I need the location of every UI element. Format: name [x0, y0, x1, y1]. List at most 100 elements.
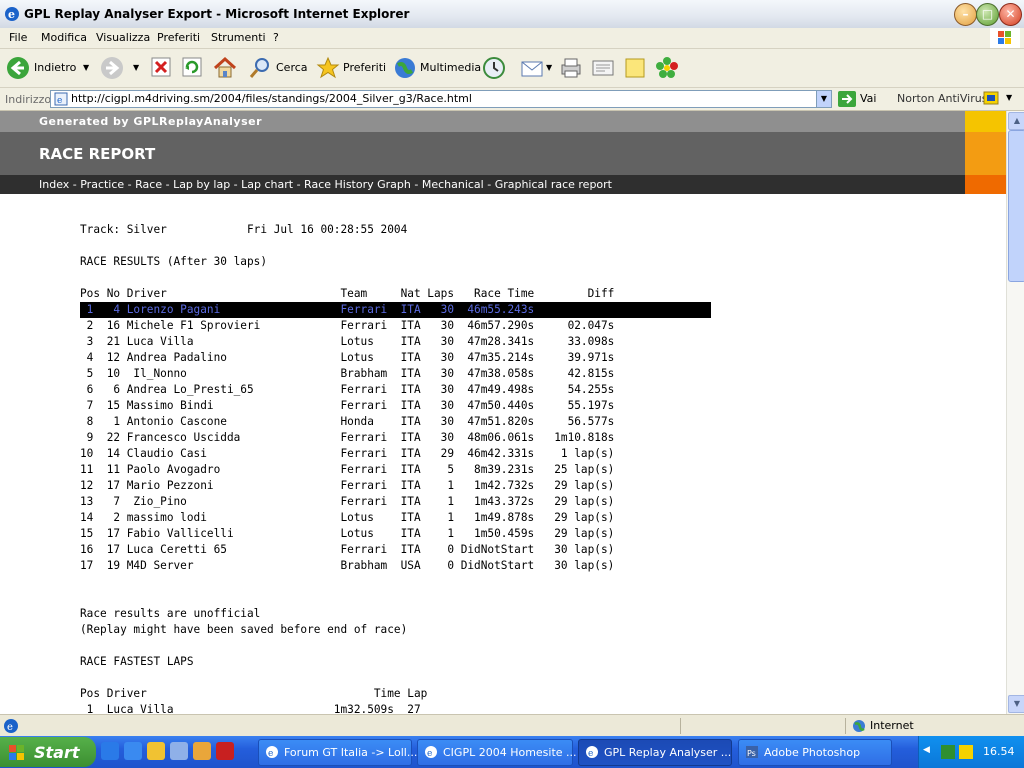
- ie-task-icon: e: [425, 746, 437, 759]
- svg-text:e: e: [8, 8, 15, 21]
- menu-modifica[interactable]: Modifica: [41, 31, 87, 44]
- menu-file[interactable]: File: [9, 31, 27, 44]
- result-row: 3 21 Luca Villa Lotus ITA 30 47m28.341s …: [80, 335, 615, 348]
- address-input[interactable]: e http://cigpl.m4driving.sm/2004/files/s…: [50, 90, 832, 108]
- task-cigpl-homesite[interactable]: e CIGPL 2004 Homesite ...: [417, 739, 577, 766]
- menu-help[interactable]: ?: [273, 31, 279, 44]
- start-label: Start: [34, 743, 80, 762]
- refresh-button[interactable]: [181, 56, 203, 80]
- back-button[interactable]: Indietro ▼: [6, 56, 94, 80]
- page-icon: e: [54, 92, 68, 106]
- report-nav: Index - Practice - Race - Lap by lap - L…: [0, 175, 965, 194]
- tray-expand-icon[interactable]: ◀: [923, 745, 930, 755]
- favorites-button[interactable]: Preferiti: [316, 56, 386, 80]
- quicklaunch-outlook-icon[interactable]: [124, 742, 142, 760]
- mail-dropdown-icon[interactable]: ▼: [546, 63, 552, 72]
- messenger-button[interactable]: [655, 56, 681, 80]
- quicklaunch-ie-icon[interactable]: [101, 742, 119, 760]
- status-bar: e Internet: [0, 714, 1024, 737]
- mail-button[interactable]: ▼: [520, 56, 556, 80]
- menu-bar: File Modifica Visualizza Preferiti Strum…: [0, 28, 1024, 49]
- race-report-text: Track: Silver Fri Jul 16 00:28:55 2004 R…: [80, 222, 711, 714]
- result-row: 14 2 massimo lodi Lotus ITA 1 1m49.878s …: [80, 511, 615, 524]
- results-title: RACE RESULTS (After 30 laps): [80, 255, 268, 268]
- back-arrow-icon: [7, 57, 29, 79]
- address-dropdown-icon[interactable]: ▼: [816, 91, 831, 107]
- print-icon: [561, 58, 581, 78]
- task-adobe-photoshop[interactable]: Ps Adobe Photoshop: [738, 739, 892, 766]
- unofficial-note: Race results are unofficial: [80, 607, 261, 620]
- notes-button[interactable]: [623, 56, 649, 80]
- norton-icon[interactable]: [983, 91, 1001, 107]
- vertical-scrollbar[interactable]: ▲ ▼: [1006, 111, 1024, 714]
- media-globe-icon: [395, 58, 415, 78]
- close-button[interactable]: ✕: [999, 3, 1022, 26]
- page-status-icon: e: [4, 719, 18, 733]
- forward-dropdown-icon[interactable]: ▼: [133, 63, 139, 72]
- ie-icon: e: [5, 7, 19, 21]
- media-button[interactable]: Multimedia: [393, 56, 481, 80]
- maximize-icon: □: [981, 7, 994, 21]
- favorites-label: Preferiti: [343, 61, 387, 74]
- address-bar: Indirizzo e http://cigpl.m4driving.sm/20…: [0, 88, 1024, 111]
- search-button[interactable]: Cerca: [248, 56, 308, 80]
- stop-button[interactable]: [150, 56, 172, 80]
- windows-flag-icon: [9, 745, 24, 760]
- result-row: 10 14 Claudio Casi Ferrari ITA 29 46m42.…: [80, 447, 615, 460]
- quicklaunch-app-icon[interactable]: [216, 742, 234, 760]
- svg-text:e: e: [7, 722, 13, 733]
- result-row: 16 17 Luca Ceretti 65 Ferrari ITA 0 DidN…: [80, 543, 615, 556]
- home-button[interactable]: [212, 56, 238, 80]
- svg-text:Ps: Ps: [747, 749, 756, 758]
- result-row: 5 10 Il_Nonno Brabham ITA 30 47m38.058s …: [80, 367, 615, 380]
- media-label: Multimedia: [420, 61, 482, 74]
- start-button[interactable]: Start: [0, 737, 96, 767]
- quicklaunch-media-icon[interactable]: [147, 742, 165, 760]
- ie-task-icon: e: [266, 746, 278, 759]
- quicklaunch-folder-icon[interactable]: [193, 742, 211, 760]
- refresh-icon: [182, 57, 202, 77]
- report-nav-links[interactable]: Index - Practice - Race - Lap by lap - L…: [39, 178, 612, 191]
- page-title: RACE REPORT: [39, 145, 156, 163]
- scroll-down-icon[interactable]: ▼: [1008, 695, 1024, 713]
- history-button[interactable]: [482, 56, 508, 80]
- task-gpl-replay-analyser[interactable]: e GPL Replay Analyser ...: [578, 739, 732, 766]
- result-row: 9 22 Francesco Uscidda Ferrari ITA 30 48…: [80, 431, 615, 444]
- address-url: http://cigpl.m4driving.sm/2004/files/sta…: [71, 92, 472, 105]
- task-label: CIGPL 2004 Homesite ...: [443, 746, 577, 759]
- maximize-button[interactable]: □: [976, 3, 999, 26]
- quicklaunch-desktop-icon[interactable]: [170, 742, 188, 760]
- forward-button[interactable]: ▼: [100, 56, 144, 80]
- task-label: GPL Replay Analyser ...: [604, 746, 732, 759]
- svg-text:e: e: [57, 96, 62, 106]
- history-icon: [483, 57, 505, 79]
- back-dropdown-icon[interactable]: ▼: [83, 63, 89, 72]
- result-row-selected: 1 4 Lorenzo Pagani Ferrari ITA 30 46m55.…: [80, 302, 711, 318]
- result-row: 12 17 Mario Pezzoni Ferrari ITA 1 1m42.7…: [80, 479, 615, 492]
- norton-dropdown-icon[interactable]: ▼: [1006, 93, 1012, 102]
- forward-arrow-icon: [101, 57, 123, 79]
- windows-logo: [990, 28, 1020, 48]
- print-button[interactable]: [559, 56, 585, 80]
- home-icon: [213, 56, 237, 78]
- minimize-button[interactable]: –: [954, 3, 977, 26]
- menu-strumenti[interactable]: Strumenti: [211, 31, 266, 44]
- mail-icon: [521, 61, 543, 77]
- menu-visualizza[interactable]: Visualizza: [96, 31, 150, 44]
- result-row: 15 17 Fabio Vallicelli Lotus ITA 1 1m50.…: [80, 527, 615, 540]
- fastest-laps-title: RACE FASTEST LAPS: [80, 655, 194, 668]
- go-button[interactable]: Vai: [860, 92, 876, 105]
- tray-norton-icon[interactable]: [959, 745, 973, 759]
- tray-network-icon[interactable]: [941, 745, 955, 759]
- result-row: 13 7 Zio_Pino Ferrari ITA 1 1m43.372s 29…: [80, 495, 615, 508]
- scroll-thumb[interactable]: [1008, 130, 1024, 282]
- menu-preferiti[interactable]: Preferiti: [157, 31, 200, 44]
- stop-icon: [151, 57, 171, 77]
- scroll-up-icon[interactable]: ▲: [1008, 112, 1024, 130]
- address-label: Indirizzo: [5, 93, 52, 106]
- edit-button[interactable]: [591, 56, 617, 80]
- norton-antivirus-label[interactable]: Norton AntiVirus: [897, 92, 987, 105]
- task-forum-gt-italia[interactable]: e Forum GT Italia -> Loll...: [258, 739, 417, 766]
- favorites-star-icon: [316, 56, 340, 79]
- go-arrow-icon[interactable]: [838, 91, 856, 107]
